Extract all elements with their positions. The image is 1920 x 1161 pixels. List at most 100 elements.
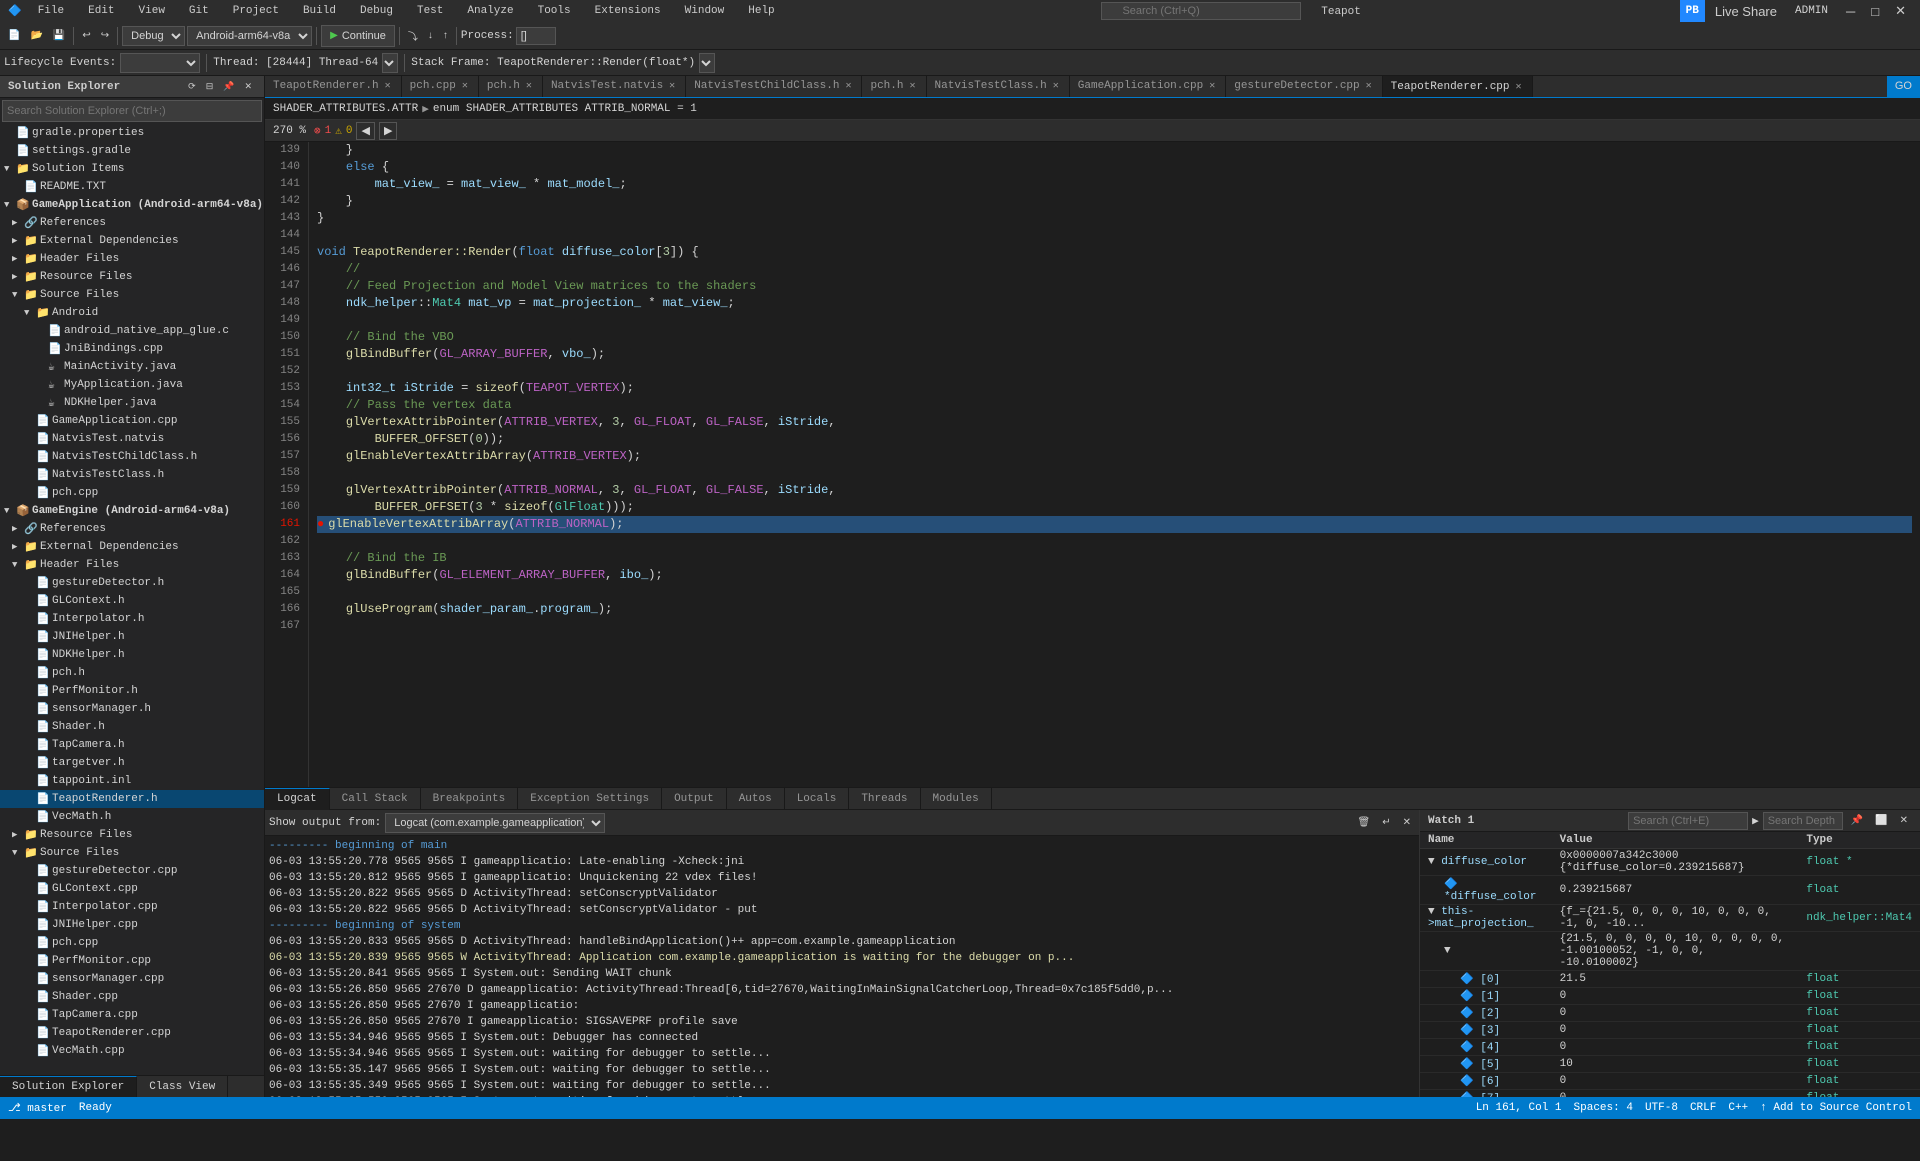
debug-menu[interactable]: Debug bbox=[352, 1, 401, 21]
profile-badge[interactable]: PB bbox=[1680, 0, 1705, 22]
thread-dropdown[interactable]: ▼ bbox=[382, 53, 398, 73]
table-row[interactable]: 🔷 [1] 0 float bbox=[1420, 988, 1920, 1005]
expand-icon[interactable]: ▼ bbox=[1428, 906, 1435, 918]
stackframe-dropdown[interactable]: ▼ bbox=[699, 53, 715, 73]
list-item[interactable]: 📄 tappoint.inl bbox=[0, 772, 264, 790]
android-folder[interactable]: ▼ 📁 Android bbox=[0, 304, 264, 322]
continue-button[interactable]: ▶ Continue bbox=[321, 25, 395, 47]
ge-external-deps[interactable]: ▶ 📁 External Dependencies bbox=[0, 538, 264, 556]
list-item[interactable]: 📄 pch.h bbox=[0, 664, 264, 682]
tab-close-icon[interactable]: ✕ bbox=[1051, 79, 1061, 93]
window-menu[interactable]: Window bbox=[677, 1, 733, 21]
list-item[interactable]: 📄 targetver.h bbox=[0, 754, 264, 772]
watch-search-input[interactable] bbox=[1628, 812, 1748, 830]
external-deps-folder[interactable]: ▶ 📁 External Dependencies bbox=[0, 232, 264, 250]
gameapplication-project[interactable]: ▼ 📦 GameApplication (Android-arm64-v8a) bbox=[0, 196, 264, 214]
se-search-input[interactable] bbox=[2, 100, 262, 122]
debug-config-dropdown[interactable]: Debug bbox=[122, 26, 185, 46]
logcat-tab[interactable]: Logcat bbox=[265, 788, 330, 810]
code-lines[interactable]: } else { mat_view_ = mat_view_ * mat_mod… bbox=[309, 142, 1920, 787]
list-item[interactable]: 📄 NDKHelper.h bbox=[0, 646, 264, 664]
list-item[interactable]: 📄 TapCamera.h bbox=[0, 736, 264, 754]
list-item[interactable]: 📄 VecMath.cpp bbox=[0, 1042, 264, 1060]
extensions-menu[interactable]: Extensions bbox=[587, 1, 669, 21]
table-row[interactable]: 🔷 [2] 0 float bbox=[1420, 1005, 1920, 1022]
solution-items-folder[interactable]: ▼ 📁 Solution Items bbox=[0, 160, 264, 178]
tab-close-icon[interactable]: ✕ bbox=[667, 79, 677, 93]
output-close-btn[interactable]: ✕ bbox=[1399, 812, 1415, 834]
watch-col-name[interactable]: Name bbox=[1420, 832, 1552, 849]
list-item[interactable]: 📄 android_native_app_glue.c bbox=[0, 322, 264, 340]
list-item[interactable]: 📄 Shader.h bbox=[0, 718, 264, 736]
breakpoints-tab[interactable]: Breakpoints bbox=[421, 788, 519, 810]
list-item[interactable]: 📄 NatvisTestChildClass.h bbox=[0, 448, 264, 466]
tab-close-icon[interactable]: ✕ bbox=[524, 79, 534, 93]
callstack-tab[interactable]: Call Stack bbox=[330, 788, 421, 810]
output-tab[interactable]: Output bbox=[662, 788, 727, 810]
list-item[interactable]: 📄 pch.cpp bbox=[0, 934, 264, 952]
build-menu[interactable]: Build bbox=[295, 1, 344, 21]
step-out-button[interactable]: ↑ bbox=[439, 25, 452, 47]
file-menu[interactable]: File bbox=[30, 1, 72, 21]
watch-pin-btn[interactable]: 📌 bbox=[1847, 810, 1867, 832]
analyze-menu[interactable]: Analyze bbox=[459, 1, 521, 21]
output-wrap-btn[interactable]: ↵ bbox=[1378, 812, 1394, 834]
list-item[interactable]: 📄 gradle.properties bbox=[0, 124, 264, 142]
table-row[interactable]: 🔷 [6] 0 float bbox=[1420, 1073, 1920, 1090]
tab-natvisclass[interactable]: NatvisTestClass.h ✕ bbox=[927, 76, 1070, 97]
tab-close-icon[interactable]: ✕ bbox=[843, 79, 853, 93]
tab-close-icon[interactable]: ✕ bbox=[1207, 79, 1217, 93]
output-text[interactable]: --------- beginning of main 06-03 13:55:… bbox=[265, 836, 1419, 1097]
list-item[interactable]: ☕ MyApplication.java bbox=[0, 376, 264, 394]
breadcrumb-file[interactable]: SHADER_ATTRIBUTES.ATTR bbox=[273, 103, 418, 115]
new-file-button[interactable]: 📄 bbox=[4, 25, 24, 47]
list-item[interactable]: 📄 settings.gradle bbox=[0, 142, 264, 160]
tab-pch-h2[interactable]: pch.h ✕ bbox=[862, 76, 926, 97]
watch-col-type[interactable]: Type bbox=[1798, 832, 1920, 849]
output-clear-btn[interactable]: 🗑 bbox=[1354, 812, 1375, 834]
close-button[interactable]: ✕ bbox=[1889, 0, 1912, 22]
list-item[interactable]: 📄 pch.cpp bbox=[0, 484, 264, 502]
watch-float-btn[interactable]: ⬜ bbox=[1871, 810, 1891, 832]
resource-files-folder[interactable]: ▶ 📁 Resource Files bbox=[0, 268, 264, 286]
table-row[interactable]: 🔷 [7] 0 float bbox=[1420, 1090, 1920, 1098]
table-row[interactable]: 🔷 [4] 0 float bbox=[1420, 1039, 1920, 1056]
modules-tab[interactable]: Modules bbox=[921, 788, 992, 810]
exception-tab[interactable]: Exception Settings bbox=[518, 788, 662, 810]
list-item[interactable]: 📄 TapCamera.cpp bbox=[0, 1006, 264, 1024]
list-item[interactable]: 📄 JNIHelper.cpp bbox=[0, 916, 264, 934]
output-source-dropdown[interactable]: Logcat (com.example.gameapplication) bbox=[385, 813, 605, 833]
locals-tab[interactable]: Locals bbox=[785, 788, 850, 810]
tab-pch-cpp[interactable]: pch.cpp ✕ bbox=[402, 76, 479, 97]
se-bottom-tab-classview[interactable]: Class View bbox=[137, 1076, 228, 1098]
list-item[interactable]: 📄 JniBindings.cpp bbox=[0, 340, 264, 358]
references-folder[interactable]: ▶ 🔗 References bbox=[0, 214, 264, 232]
ge-references-folder[interactable]: ▶ 🔗 References bbox=[0, 520, 264, 538]
list-item[interactable]: 📄 PerfMonitor.h bbox=[0, 682, 264, 700]
maximize-button[interactable]: □ bbox=[1865, 0, 1885, 22]
step-over-button[interactable]: ⤵ bbox=[404, 25, 422, 47]
se-sync-btn[interactable]: ⟳ bbox=[184, 76, 200, 98]
search-input[interactable] bbox=[1101, 2, 1301, 20]
list-item[interactable]: 📄 VecMath.h bbox=[0, 808, 264, 826]
save-button[interactable]: 💾 bbox=[49, 25, 69, 47]
go-button[interactable]: GO bbox=[1887, 76, 1920, 97]
open-button[interactable]: 📂 bbox=[26, 25, 46, 47]
ge-header-files[interactable]: ▼ 📁 Header Files bbox=[0, 556, 264, 574]
list-item[interactable]: ☕ NDKHelper.java bbox=[0, 394, 264, 412]
se-close-btn[interactable]: ✕ bbox=[240, 76, 256, 98]
prev-error-btn[interactable]: ◀ bbox=[356, 122, 374, 140]
tab-close-icon[interactable]: ✕ bbox=[1514, 80, 1524, 94]
list-item[interactable]: 📄 gestureDetector.cpp bbox=[0, 862, 264, 880]
tab-gesturedetector[interactable]: gestureDetector.cpp ✕ bbox=[1226, 76, 1382, 97]
teapotrenderer-h-item[interactable]: 📄 TeapotRenderer.h bbox=[0, 790, 264, 808]
list-item[interactable]: 📄 sensorManager.cpp bbox=[0, 970, 264, 988]
table-row[interactable]: 🔷 *diffuse_color 0.239215687 float bbox=[1420, 876, 1920, 905]
list-item[interactable]: 📄 TeapotRenderer.cpp bbox=[0, 1024, 264, 1042]
test-menu[interactable]: Test bbox=[409, 1, 451, 21]
status-source-control[interactable]: ↑ Add to Source Control bbox=[1760, 1102, 1912, 1114]
watch-col-value[interactable]: Value bbox=[1552, 832, 1799, 849]
gameengine-project[interactable]: ▼ 📦 GameEngine (Android-arm64-v8a) bbox=[0, 502, 264, 520]
list-item[interactable]: 📄 Interpolator.h bbox=[0, 610, 264, 628]
autos-tab[interactable]: Autos bbox=[727, 788, 785, 810]
